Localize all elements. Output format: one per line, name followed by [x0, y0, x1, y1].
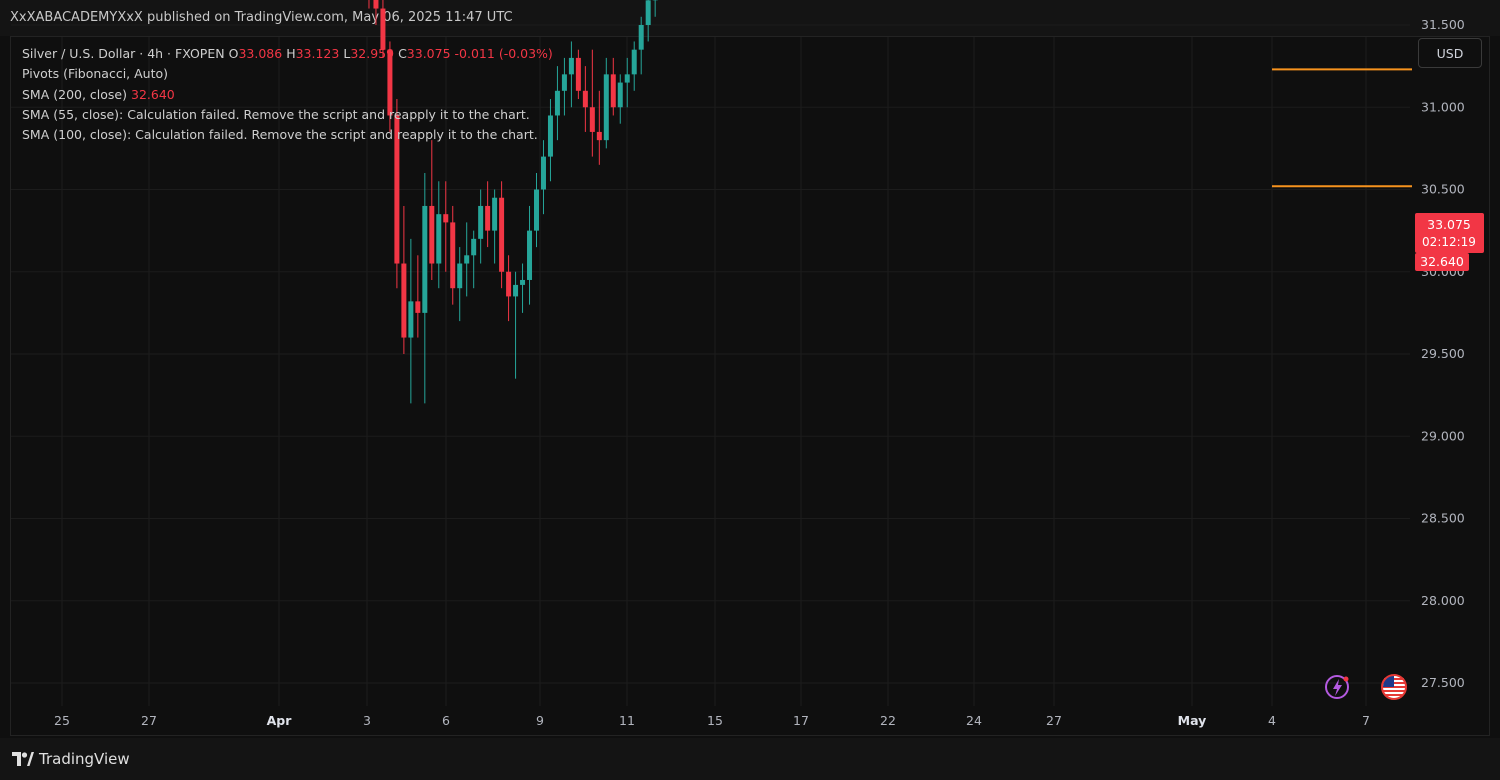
tradingview-logo[interactable]: TradingView — [12, 750, 130, 768]
currency-button[interactable]: USD — [1418, 38, 1482, 68]
legend-symbol-row[interactable]: Silver / U.S. Dollar · 4h · FXOPEN O33.0… — [22, 44, 553, 64]
ohlc-open: O33.086 — [228, 46, 283, 61]
pivots-label: Pivots (Fibonacci, Auto) — [22, 66, 169, 82]
legend-sma200-row[interactable]: SMA (200, close) 32.640 — [22, 85, 553, 105]
ohlc-high: H33.123 — [286, 46, 340, 61]
legend-sma55-row[interactable]: SMA (55, close): Calculation failed. Rem… — [22, 105, 553, 125]
top-bar: XxXABACADEMYXxX published on TradingView… — [0, 0, 1500, 36]
symbol-name: Silver / U.S. Dollar · 4h · FXOPEN — [22, 46, 225, 61]
sma55-error: SMA (55, close): Calculation failed. Rem… — [22, 106, 530, 122]
published-text: XxXABACADEMYXxX published on TradingView… — [10, 10, 513, 25]
sma200-value: 32.640 — [131, 86, 175, 102]
ohlc-change: -0.011 (-0.03%) — [454, 46, 553, 61]
ohlc-low: L32.959 — [343, 46, 395, 61]
bottom-bar — [0, 738, 1500, 780]
tradingview-brand: TradingView — [39, 750, 130, 768]
sma100-error: SMA (100, close): Calculation failed. Re… — [22, 127, 538, 143]
ohlc-close: C33.075 — [398, 46, 451, 61]
tradingview-logo-icon — [12, 752, 34, 766]
legend-sma100-row[interactable]: SMA (100, close): Calculation failed. Re… — [22, 125, 553, 145]
sma200-label: SMA (200, close) — [22, 86, 127, 102]
legend-pivots-row[interactable]: Pivots (Fibonacci, Auto) — [22, 64, 553, 84]
chart-legend: Silver / U.S. Dollar · 4h · FXOPEN O33.0… — [22, 44, 553, 145]
